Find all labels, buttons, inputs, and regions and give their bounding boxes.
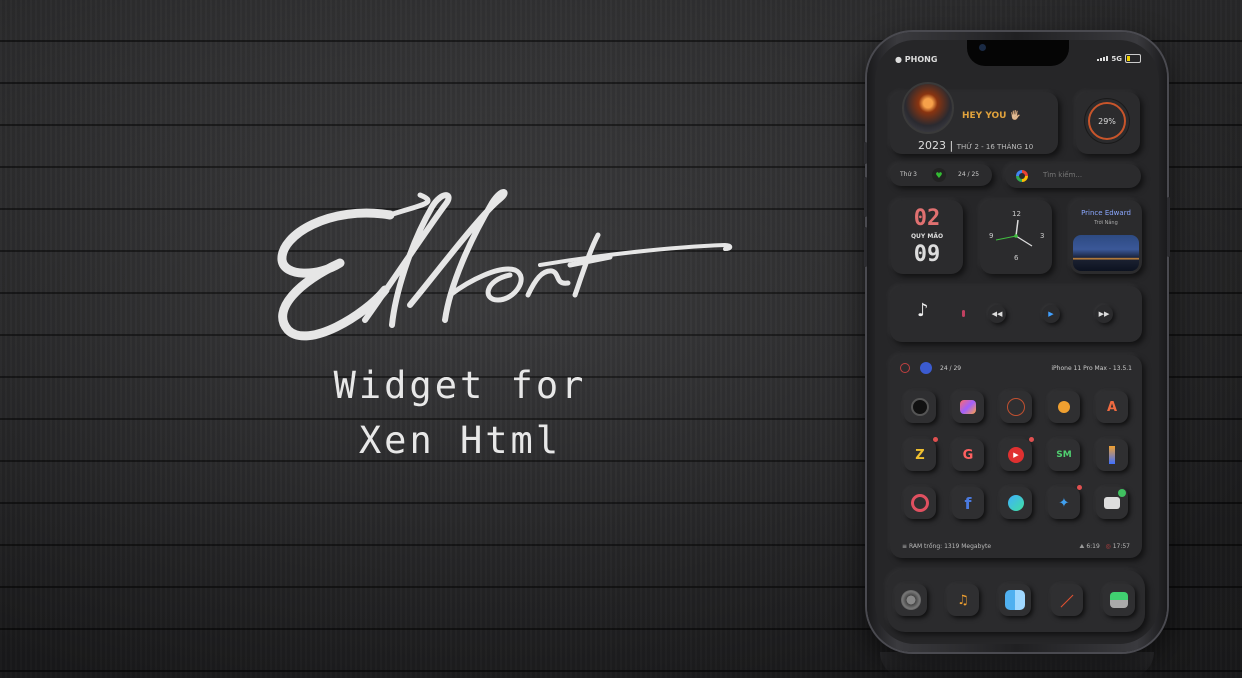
greeting: HEY YOU 🖐🏼 xyxy=(962,111,1021,121)
record-icon xyxy=(900,363,910,373)
subtitle-line-2: Xen Html xyxy=(358,419,562,462)
google-icon xyxy=(1016,170,1028,182)
rewind-icon[interactable]: ◀◀ xyxy=(988,305,1006,323)
weather-condition: Trời Nắng xyxy=(1094,220,1118,226)
date-year: 09 xyxy=(913,242,941,267)
footer-time-2: 17:57 xyxy=(1112,543,1130,550)
effort-logo xyxy=(277,189,733,341)
ram-label: ≡ RAM trống: 1319 Megabyte xyxy=(902,543,992,550)
sunrise-icon: ⛰ xyxy=(1079,543,1085,550)
front-camera xyxy=(979,44,986,51)
date-widget[interactable]: 02 QUY MÃO 09 xyxy=(891,200,963,274)
search-placeholder[interactable]: Tìm kiếm... xyxy=(1043,171,1082,179)
notch xyxy=(967,40,1069,66)
app-panel: 24 / 29 iPhone 11 Pro Max - 13.5.1 A Z G… xyxy=(890,355,1142,558)
play-icon[interactable]: ▶ xyxy=(1042,305,1060,323)
settings-icon[interactable] xyxy=(904,487,936,519)
device-label: iPhone 11 Pro Max - 13.5.1 xyxy=(1051,365,1132,372)
status-right: 5G xyxy=(1097,54,1141,63)
messages-icon[interactable] xyxy=(1096,487,1128,519)
apple-icon: ● xyxy=(895,55,902,64)
clock-face: 12 3 6 9 xyxy=(984,204,1048,268)
messenger-icon[interactable] xyxy=(1000,487,1032,519)
phone-mockup: ● PHONG 5G HEY YOU 🖐🏼 2023 | THỨ 2 - 16 … xyxy=(864,32,1170,652)
volume-down-button xyxy=(864,227,867,267)
dock-music-icon[interactable]: ♫ xyxy=(947,584,979,616)
zing-icon[interactable]: Z xyxy=(904,437,938,471)
date-text: THỨ 2 - 16 THÁNG 10 xyxy=(956,143,1034,151)
network-label: 5G xyxy=(1111,54,1122,63)
music-widget: ♪ ◀◀ ▶ ▶▶ xyxy=(890,286,1142,342)
battery-ring: 29% xyxy=(1088,102,1126,140)
city-image xyxy=(1073,235,1139,271)
volume-up-button xyxy=(864,177,867,217)
weather-widget[interactable]: Prince Edward Trời Nắng xyxy=(1070,200,1142,274)
appstore-icon[interactable]: A xyxy=(1096,391,1128,423)
clock-widget[interactable]: 12 3 6 9 xyxy=(980,200,1052,274)
battery-widget[interactable]: 29% xyxy=(1076,92,1140,154)
phone-reflection xyxy=(880,652,1154,678)
dock-pen-icon[interactable]: ／ xyxy=(1051,584,1083,616)
signal-bars-icon xyxy=(1097,56,1109,61)
carrier-label: PHONG xyxy=(904,55,938,64)
year-label: 2023 | xyxy=(918,139,954,152)
ram-text: RAM trống: 1319 Megabyte xyxy=(908,543,992,550)
subtitle-line-1: Widget for xyxy=(333,364,587,407)
date-line: 2023 | THỨ 2 - 16 THÁNG 10 xyxy=(918,139,1033,152)
heart-icon: ♥ xyxy=(932,168,946,182)
battery-icon xyxy=(1125,54,1141,63)
facebook-icon[interactable]: f xyxy=(952,487,984,519)
music-note-icon: ♪ xyxy=(917,300,929,321)
stats-bar: Thứ 3 ♥ 24 / 25 xyxy=(890,164,992,186)
mute-switch xyxy=(864,142,867,164)
youtube-icon[interactable]: ▶ xyxy=(1000,437,1034,471)
power-button xyxy=(1167,197,1170,257)
avatar xyxy=(902,82,954,134)
search-bar[interactable]: Tìm kiếm... xyxy=(1005,164,1141,188)
fast-forward-icon[interactable]: ▶▶ xyxy=(1095,305,1113,323)
profile-dot-icon xyxy=(920,362,932,374)
phone-screen: ● PHONG 5G HEY YOU 🖐🏼 2023 | THỨ 2 - 16 … xyxy=(875,40,1159,644)
stats-progress: 24 / 25 xyxy=(958,171,980,178)
sunset-icon: ◎ xyxy=(1105,543,1111,550)
date-day: 02 xyxy=(913,206,941,231)
panel-count: 24 / 29 xyxy=(940,365,962,372)
status-carrier: ● PHONG xyxy=(895,55,937,64)
footer-times: ⛰ 6:19 ◎ 17:57 xyxy=(1079,543,1130,551)
weather-city: Prince Edward xyxy=(1081,209,1131,217)
date-month: QUY MÃO xyxy=(910,233,944,240)
paint-icon[interactable] xyxy=(1096,439,1128,471)
clock-icon[interactable] xyxy=(1000,391,1032,423)
twitter-icon[interactable]: ✦ xyxy=(1048,485,1082,519)
dock-settings-icon[interactable] xyxy=(895,584,927,616)
battery-percent: 29% xyxy=(1098,116,1116,126)
clock-hands xyxy=(995,219,1033,247)
footer-time-1: 6:19 xyxy=(1086,543,1100,550)
dock-toggle-icon[interactable] xyxy=(1103,584,1135,616)
progress-indicator xyxy=(962,310,965,317)
profile-widget[interactable]: HEY YOU 🖐🏼 2023 | THỨ 2 - 16 THÁNG 10 xyxy=(890,82,1058,154)
day-label: Thứ 3 xyxy=(900,171,917,178)
dock: ♫ ／ xyxy=(887,570,1145,632)
sm-icon[interactable]: SM xyxy=(1048,439,1080,471)
dock-finder-icon[interactable] xyxy=(999,584,1031,616)
weather-icon[interactable] xyxy=(1048,391,1080,423)
subtitle: Widget for Xen Html xyxy=(300,358,620,468)
google-translate-icon[interactable]: G xyxy=(952,439,984,471)
camera-icon[interactable] xyxy=(904,391,936,423)
photos-icon[interactable] xyxy=(952,391,984,423)
